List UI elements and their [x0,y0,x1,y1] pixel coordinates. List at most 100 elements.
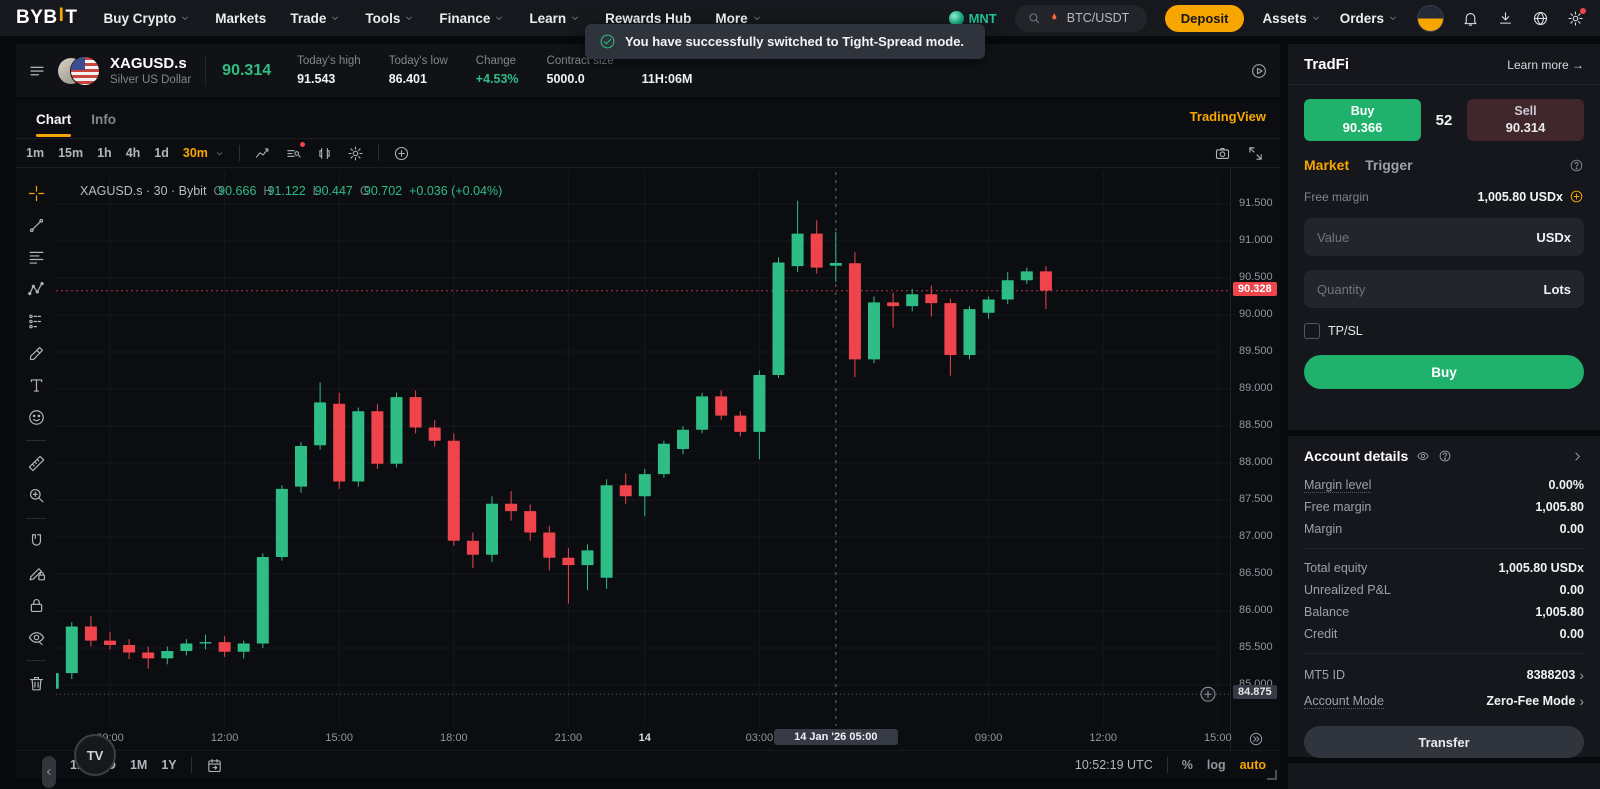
time-tick: 21:00 [540,732,596,744]
chart-style-icon[interactable] [254,145,271,162]
chevron-right-icon[interactable] [1571,450,1584,463]
order-type-market[interactable]: Market [1304,157,1349,173]
eye-icon[interactable] [1416,449,1430,463]
compare-icon[interactable] [316,145,333,162]
price-tick: 91.500 [1239,197,1273,209]
timeframe-30m-active[interactable]: 30m [183,146,208,160]
search-input[interactable]: BTC/USDT [1015,5,1147,32]
price-tick: 89.500 [1239,345,1273,357]
buy-submit-button[interactable]: Buy [1304,355,1584,389]
quantity-input[interactable]: Quantity Lots [1304,270,1584,308]
crosshair-time-label: 14 Jan '26 05:00 [774,729,898,745]
nav-item-trade[interactable]: Trade [290,11,341,26]
time-tick: 12:00 [197,732,253,744]
nav-item-learn[interactable]: Learn [529,11,581,26]
help-icon[interactable] [1569,158,1584,173]
scroll-to-realtime-icon[interactable] [1248,731,1264,747]
gear-icon[interactable] [1567,10,1584,27]
tab-info[interactable]: Info [91,100,116,138]
add-funds-icon[interactable] [1569,189,1584,204]
chevron-right-icon[interactable]: › [1579,693,1584,709]
symbol-menu-icon[interactable] [28,62,46,80]
tradingview-link[interactable]: TradingView [1190,109,1266,124]
value-input-unit: USDx [1536,230,1571,245]
play-circle-icon[interactable] [1250,62,1268,80]
timeframe-1d[interactable]: 1d [154,146,169,160]
time-axis[interactable]: 09:0012:0015:0018:0021:001403:0009:0012:… [16,726,1280,751]
order-type-trigger[interactable]: Trigger [1365,157,1412,173]
price-tick: 91.000 [1239,234,1273,246]
account-row-value: 1,005.80 USDx [1499,561,1584,575]
sell-label: Sell [1514,104,1536,120]
account-row-free-margin: Free margin1,005.80 [1304,496,1584,518]
assets-menu[interactable]: Assets [1262,11,1321,26]
stat-value: 91.543 [297,72,361,86]
price-axis[interactable]: 91.50091.00090.50090.00089.50089.00088.5… [1230,168,1281,750]
transfer-button[interactable]: Transfer [1304,726,1584,758]
price-tick: 87.000 [1239,530,1273,542]
log-scale-button[interactable]: log [1207,758,1226,772]
app: BYBIT Buy Crypto Markets Trade Tools Finance… [0,0,1600,789]
buy-price-button[interactable]: Buy 90.366 [1304,99,1421,141]
bell-icon[interactable] [1462,10,1479,27]
buy-sell-toggle: Buy 90.366 52 Sell 90.314 [1304,99,1584,141]
symbol[interactable]: XAGUSD.s [110,55,191,72]
nav-item-tools[interactable]: Tools [365,11,415,26]
account-groups: Margin level0.00%Free margin1,005.80Marg… [1304,474,1584,714]
legend-ohlc: O90.666H91.122L90.447C90.702 [213,184,402,198]
timeframe-1m[interactable]: 1m [26,146,44,160]
sell-price-button[interactable]: Sell 90.314 [1467,99,1584,141]
download-icon[interactable] [1497,10,1514,27]
bybit-logo[interactable]: BYBIT [16,7,78,29]
quantity-input-unit: Lots [1544,282,1571,297]
legend-c: C90.702 [360,184,402,198]
value-input[interactable]: Value USDx [1304,218,1584,256]
deposit-button[interactable]: Deposit [1165,5,1245,32]
add-circle-icon[interactable] [393,145,410,162]
collapse-watchlist-button[interactable] [42,756,56,788]
account-row-label: Free margin [1304,500,1371,514]
chart-canvas[interactable] [56,172,1230,726]
flame-icon [1047,11,1061,25]
go-to-date-icon[interactable] [206,757,223,774]
avatar[interactable] [1417,5,1444,32]
free-margin-value: 1,005.80 USDx [1478,190,1563,204]
stat-value: 5000.0 [547,72,614,86]
auto-scale-button[interactable]: auto [1240,758,1266,772]
instrument-name-block: XAGUSD.s Silver US Dollar [110,55,191,86]
chevron-down-icon[interactable] [214,148,225,159]
clock[interactable]: 10:52:19 UTC [1075,758,1153,772]
learn-more-link[interactable]: Learn more → [1507,58,1584,72]
account-row-label: Margin [1304,522,1342,536]
divider [239,145,240,161]
chart-settings-icon[interactable] [347,145,364,162]
chevron-right-icon[interactable]: › [1579,667,1584,683]
timeframe-4h[interactable]: 4h [126,146,141,160]
nav-item-markets[interactable]: Markets [215,11,266,26]
account-row-balance: Balance1,005.80 [1304,601,1584,623]
percent-scale-button[interactable]: % [1182,758,1193,772]
nav-item-buy-crypto[interactable]: Buy Crypto [104,11,192,26]
tab-chart[interactable]: Chart [36,100,71,138]
chevron-down-icon [403,12,415,24]
timeframe-1h[interactable]: 1h [97,146,112,160]
help-icon[interactable] [1438,449,1452,463]
globe-icon[interactable] [1532,10,1549,27]
camera-icon[interactable] [1214,145,1231,162]
nav-item-label: Markets [215,11,266,26]
account-row-mt5-id: MT5 ID8388203› [1304,662,1584,688]
legend-h: H91.122 [263,184,305,198]
fullscreen-icon[interactable] [1247,145,1264,162]
stat-today-s-low: Today's low86.401 [389,55,448,86]
range-1Y[interactable]: 1Y [161,758,176,772]
nav-item-label: Tools [365,11,400,26]
legend-title[interactable]: XAGUSD.s · 30 · Bybit [80,184,206,198]
nav-item-finance[interactable]: Finance [439,11,505,26]
tpsl-checkbox[interactable] [1304,323,1320,339]
range-1M[interactable]: 1M [130,758,147,772]
order-panel-header: TradFi Learn more → [1288,56,1600,85]
indicators-icon[interactable] [285,145,302,162]
resize-corner[interactable] [1267,770,1277,780]
orders-menu[interactable]: Orders [1340,11,1399,26]
timeframe-15m[interactable]: 15m [58,146,83,160]
